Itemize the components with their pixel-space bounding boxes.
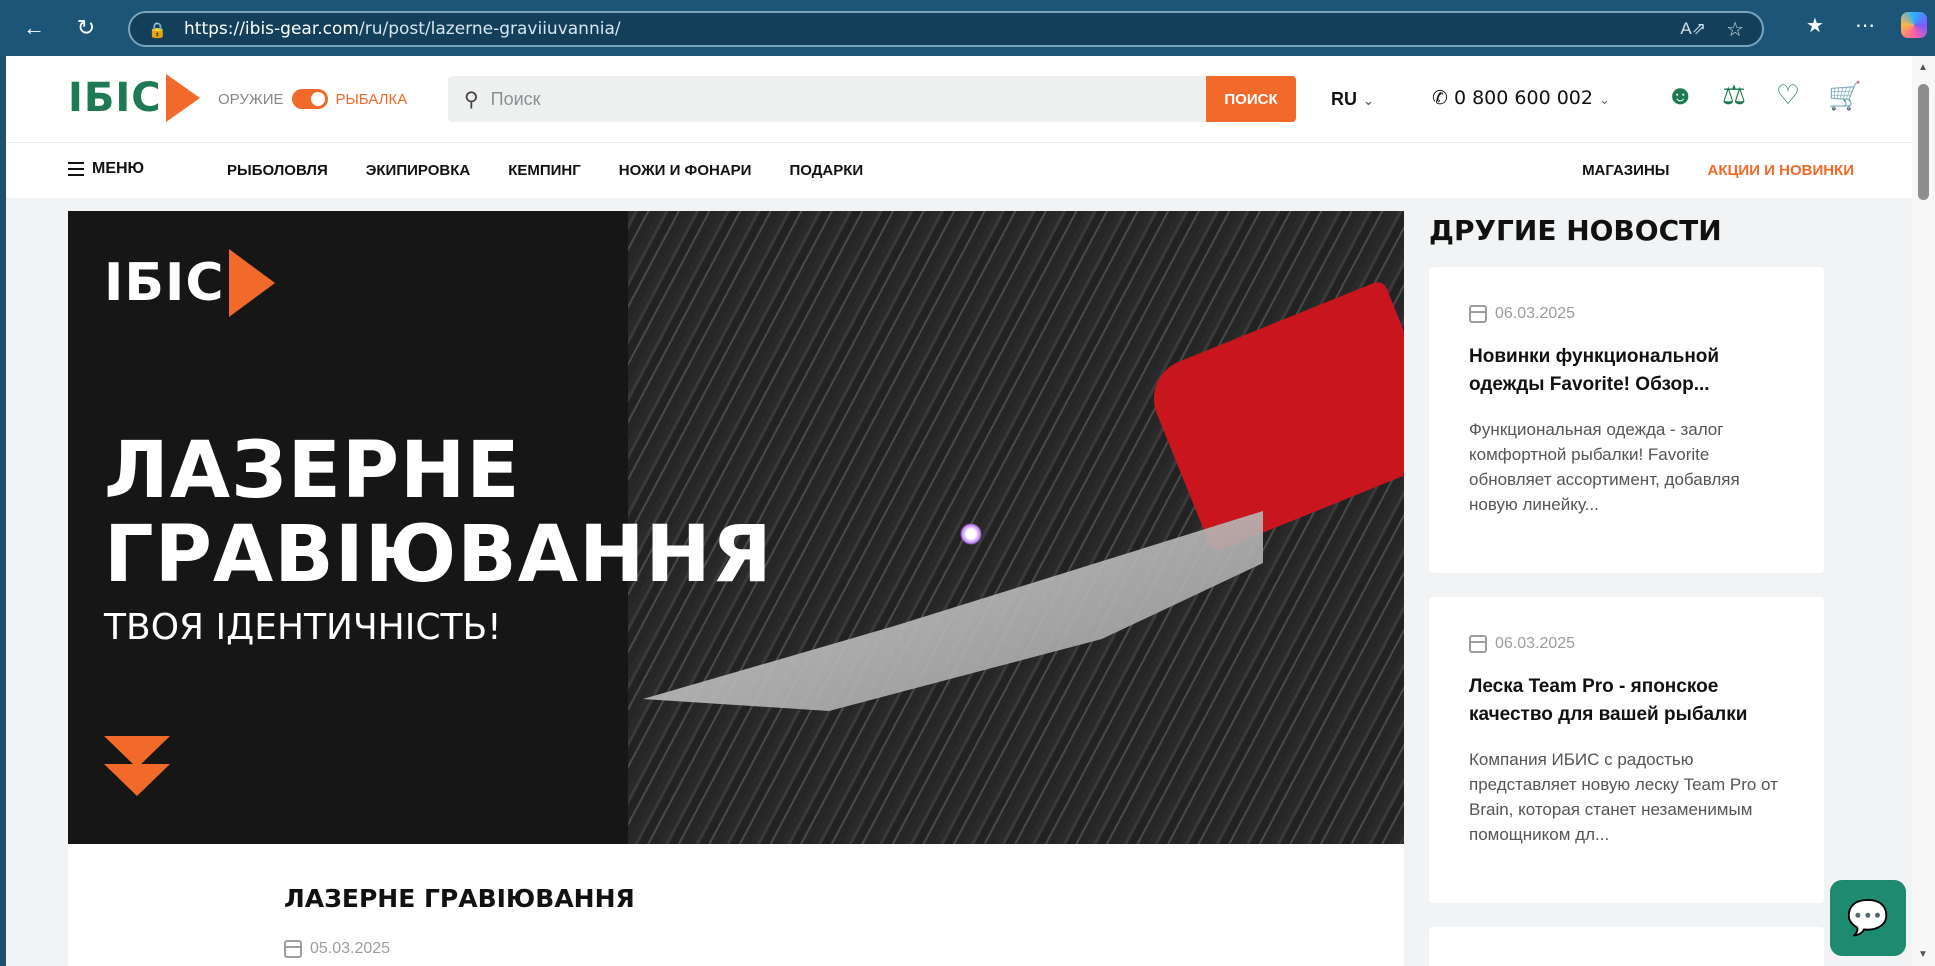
nav-stores[interactable]: МАГАЗИНЫ bbox=[1582, 162, 1669, 179]
news-date-text: 06.03.2025 bbox=[1495, 635, 1576, 652]
phone-number: 0 800 600 002 bbox=[1453, 87, 1593, 109]
menu-button[interactable]: МЕНЮ bbox=[68, 160, 144, 178]
back-icon[interactable]: ← bbox=[16, 10, 52, 46]
calendar-icon bbox=[284, 940, 302, 958]
hero-logo-text: ІБІС bbox=[104, 253, 225, 313]
news-date: 06.03.2025 bbox=[1469, 635, 1784, 653]
favorite-star-icon[interactable]: ☆ bbox=[1726, 17, 1744, 42]
compare-scales-icon[interactable]: ⚖ bbox=[1720, 80, 1748, 112]
article-title: ЛАЗЕРНЕ ГРАВІЮВАННЯ bbox=[284, 884, 635, 913]
read-aloud-icon[interactable]: A⇗ bbox=[1680, 19, 1706, 39]
article-date-text: 05.03.2025 bbox=[310, 940, 391, 957]
logo-text: ІБІС bbox=[68, 75, 162, 121]
nav-gifts[interactable]: ПОДАРКИ bbox=[789, 162, 863, 179]
logo-arrow-icon bbox=[228, 249, 275, 317]
nav-fishing[interactable]: РЫБОЛОВЛЯ bbox=[227, 162, 328, 179]
url-text: https://ibis-gear.com/ru/post/lazerne-gr… bbox=[184, 19, 621, 39]
chevron-down-icon: ⌄ bbox=[1598, 93, 1610, 108]
copilot-icon[interactable] bbox=[1901, 12, 1927, 38]
chevrons-down-icon bbox=[104, 736, 170, 796]
heart-icon[interactable]: ♡ bbox=[1774, 80, 1802, 112]
news-date: 06.03.2025 bbox=[1469, 305, 1784, 323]
hero-title-line1: ЛАЗЕРНЕ bbox=[104, 426, 521, 516]
hero-title-line2: ГРАВІЮВАННЯ bbox=[104, 510, 773, 600]
chevron-down-icon: ⌄ bbox=[1363, 93, 1374, 108]
news-excerpt: Компания ИБИС с радостью представляет но… bbox=[1469, 750, 1778, 844]
scroll-thumb[interactable] bbox=[1918, 84, 1929, 200]
user-icon[interactable]: ☻ bbox=[1666, 80, 1694, 112]
news-date-text: 06.03.2025 bbox=[1495, 305, 1576, 322]
calendar-icon bbox=[1469, 305, 1487, 323]
lock-icon: 🔒 bbox=[148, 22, 167, 39]
hero-banner: ІБІС ЛАЗЕРНЕ ГРАВІЮВАННЯ ТВОЯ ІДЕНТИЧНІС… bbox=[68, 211, 1404, 844]
phone-icon: ✆ bbox=[1432, 87, 1448, 109]
more-icon[interactable]: ⋯ bbox=[1851, 13, 1879, 38]
site-header: ІБІС ОРУЖИЕ РЫБАЛКА ⚲ ПОИСК RU ⌄ ✆ 0 800 … bbox=[6, 56, 1912, 142]
reload-icon[interactable]: ↻ bbox=[68, 10, 104, 46]
scroll-up-icon[interactable]: ▲ bbox=[1918, 62, 1928, 73]
search-icon: ⚲ bbox=[464, 88, 479, 111]
news-title[interactable]: Леска Team Pro - японское качество для в… bbox=[1469, 673, 1784, 729]
logo-arrow-icon bbox=[165, 74, 200, 122]
hero-logo: ІБІС bbox=[104, 249, 275, 317]
hamburger-icon bbox=[68, 162, 84, 176]
sidebar-title: ДРУГИЕ НОВОСТИ bbox=[1429, 214, 1722, 247]
search-box: ⚲ ПОИСК bbox=[448, 76, 1296, 122]
news-title[interactable]: Новинки функциональной одежды Favorite! … bbox=[1469, 343, 1784, 399]
article-header: ЛАЗЕРНЕ ГРАВІЮВАННЯ 05.03.2025 bbox=[68, 844, 1404, 966]
search-input[interactable] bbox=[490, 88, 1191, 110]
menu-label: МЕНЮ bbox=[92, 160, 145, 177]
news-excerpt: Функциональная одежда - залог комфортной… bbox=[1469, 420, 1740, 514]
news-card[interactable]: 06.03.2025 Леска Team Pro - японское кач… bbox=[1429, 597, 1824, 903]
site-logo[interactable]: ІБІС bbox=[68, 74, 200, 122]
web-page: ІБІС ОРУЖИЕ РЫБАЛКА ⚲ ПОИСК RU ⌄ ✆ 0 800 … bbox=[6, 56, 1912, 966]
search-button[interactable]: ПОИСК bbox=[1206, 76, 1296, 122]
scroll-down-icon[interactable]: ▼ bbox=[1918, 949, 1928, 960]
article-date: 05.03.2025 bbox=[284, 940, 390, 958]
cart-icon[interactable]: 🛒 bbox=[1828, 80, 1862, 112]
news-card[interactable] bbox=[1429, 927, 1824, 966]
toggle-switch[interactable] bbox=[291, 89, 328, 109]
sparkle-icon bbox=[960, 523, 982, 545]
favorites-icon[interactable]: ★ bbox=[1801, 13, 1829, 38]
nav-promotions[interactable]: АКЦИИ И НОВИНКИ bbox=[1707, 162, 1854, 179]
hero-title: ЛАЗЕРНЕ ГРАВІЮВАННЯ bbox=[104, 429, 773, 597]
nav-camping[interactable]: КЕМПИНГ bbox=[508, 162, 581, 179]
browser-toolbar: ← ↻ 🔒 https://ibis-gear.com/ru/post/laze… bbox=[0, 0, 1935, 56]
toggle-weapons-label: ОРУЖИЕ bbox=[218, 90, 284, 108]
language-label: RU bbox=[1331, 89, 1357, 109]
toggle-fishing-label: РЫБАЛКА bbox=[335, 90, 408, 108]
chat-icon[interactable]: 💬 bbox=[1830, 880, 1906, 956]
address-bar[interactable]: 🔒 https://ibis-gear.com/ru/post/lazerne-… bbox=[128, 11, 1764, 47]
page-scrollbar[interactable]: ▲ ▼ bbox=[1912, 56, 1935, 966]
phone-selector[interactable]: ✆ 0 800 600 002 ⌄ bbox=[1432, 87, 1610, 109]
main-nav: МЕНЮ РЫБОЛОВЛЯ ЭКИПИРОВКА КЕМПИНГ НОЖИ И… bbox=[6, 142, 1912, 198]
calendar-icon bbox=[1469, 635, 1487, 653]
category-toggle[interactable]: ОРУЖИЕ РЫБАЛКА bbox=[218, 89, 407, 109]
nav-equipment[interactable]: ЭКИПИРОВКА bbox=[366, 162, 470, 179]
news-card[interactable]: 06.03.2025 Новинки функциональной одежды… bbox=[1429, 267, 1824, 573]
nav-knives-lights[interactable]: НОЖИ И ФОНАРИ bbox=[619, 162, 752, 179]
hero-subtitle: ТВОЯ ІДЕНТИЧНІСТЬ! bbox=[104, 607, 502, 648]
language-selector[interactable]: RU ⌄ bbox=[1331, 89, 1374, 110]
